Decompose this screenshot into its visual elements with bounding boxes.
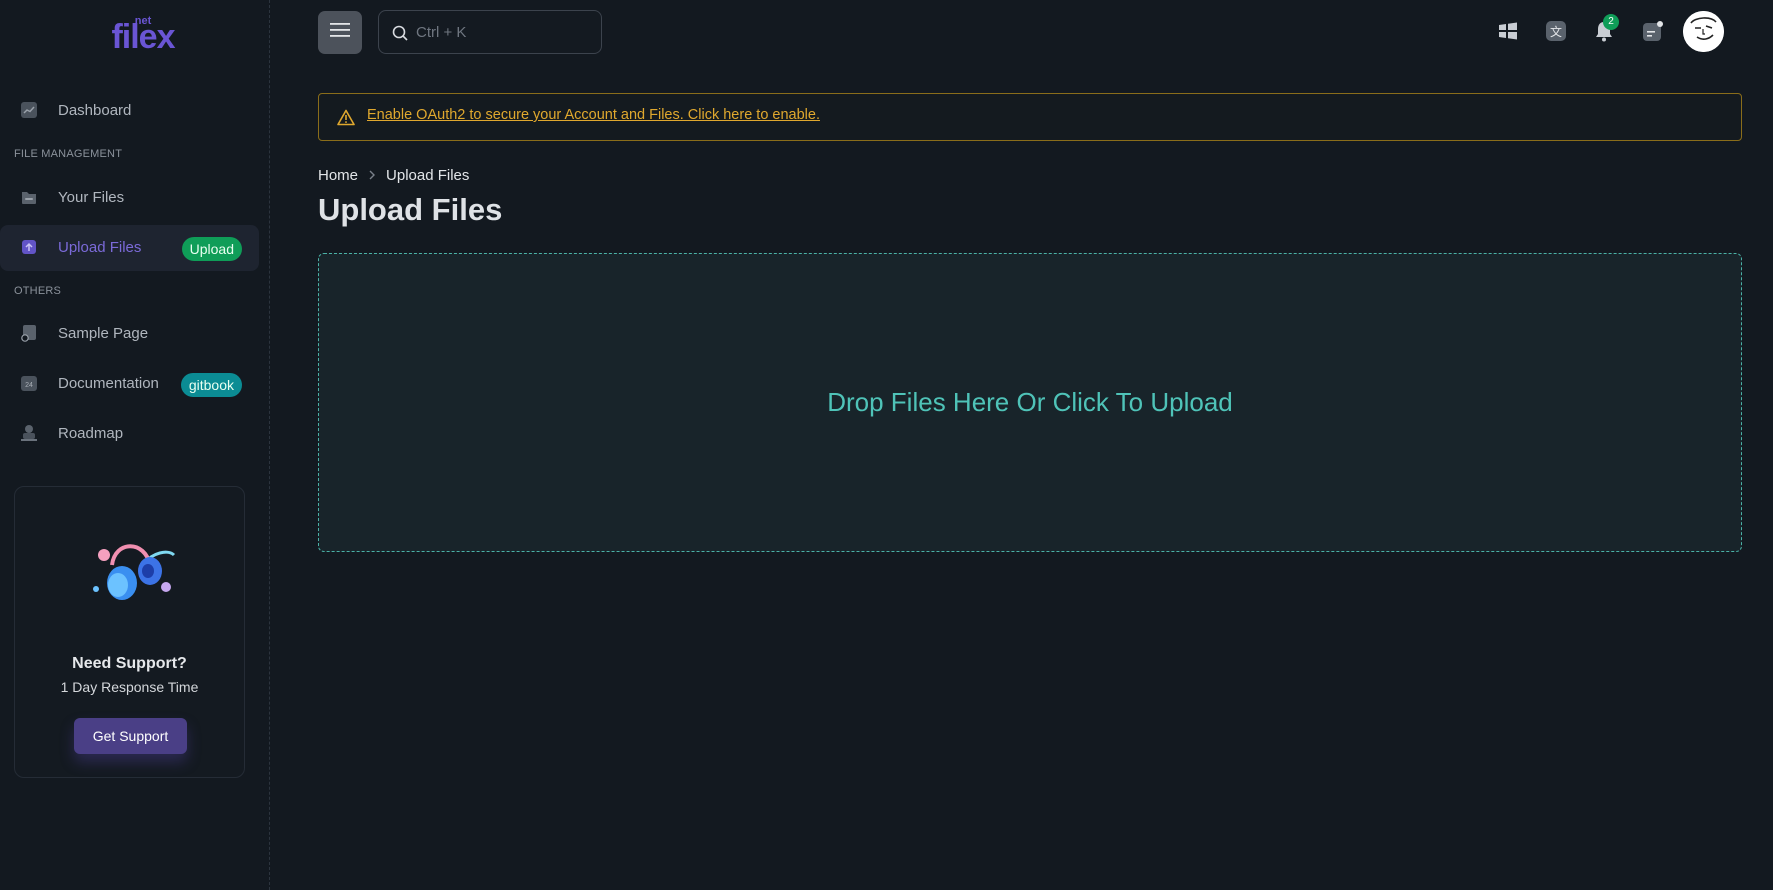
sidebar-item-label: Sample Page xyxy=(58,325,149,342)
breadcrumb-current: Upload Files xyxy=(386,167,470,184)
sidebar-item-roadmap[interactable]: Roadmap xyxy=(0,411,259,457)
filex-logo[interactable]: net filex xyxy=(90,12,196,56)
get-support-button[interactable]: Get Support xyxy=(74,718,187,754)
page-icon xyxy=(20,324,40,344)
translate-icon[interactable]: 文 xyxy=(1545,20,1567,42)
roadmap-icon xyxy=(20,424,40,444)
chart-icon xyxy=(20,101,40,121)
windows-icon[interactable] xyxy=(1497,20,1519,42)
dropzone-text: Drop Files Here Or Click To Upload xyxy=(827,387,1233,417)
notification-count-badge: 2 xyxy=(1603,14,1619,30)
search-box[interactable] xyxy=(378,10,602,54)
hamburger-icon xyxy=(330,23,350,42)
page-title: Upload Files xyxy=(318,192,503,227)
sidebar-item-sample-page[interactable]: Sample Page xyxy=(0,311,259,357)
search-icon xyxy=(392,25,408,41)
sidebar-item-label: Your Files xyxy=(58,189,125,206)
logo-text: filex xyxy=(111,18,175,52)
menu-toggle-button[interactable] xyxy=(318,11,362,54)
svg-text:24: 24 xyxy=(25,382,33,389)
sidebar: net filex Dashboard FILE MANAGEMENT Your… xyxy=(0,0,270,890)
sidebar-item-label: Upload Files xyxy=(58,239,142,256)
messages-icon[interactable] xyxy=(1642,20,1664,42)
search-input[interactable] xyxy=(416,21,586,43)
user-avatar[interactable] xyxy=(1683,11,1724,52)
sidebar-item-your-files[interactable]: Your Files xyxy=(0,175,259,221)
sidebar-item-documentation[interactable]: 24 Documentation gitbook xyxy=(0,361,259,407)
upload-badge: Upload xyxy=(181,237,242,261)
folder-icon xyxy=(20,188,40,208)
gitbook-badge: gitbook xyxy=(180,373,242,397)
sidebar-item-upload-files[interactable]: Upload Files Upload xyxy=(0,225,259,271)
breadcrumb: Home Upload Files xyxy=(318,167,469,184)
warning-icon xyxy=(337,109,355,126)
support-card: Need Support? 1 Day Response Time Get Su… xyxy=(14,486,245,778)
support-title: Need Support? xyxy=(72,655,187,672)
oauth-warning-alert[interactable]: Enable OAuth2 to secure your Account and… xyxy=(318,93,1742,141)
support-subtitle: 1 Day Response Time xyxy=(60,679,199,695)
sidebar-item-label: Roadmap xyxy=(58,425,124,442)
support-illustration xyxy=(93,544,176,600)
section-file-management: FILE MANAGEMENT xyxy=(14,148,123,160)
sidebar-item-dashboard[interactable]: Dashboard xyxy=(0,88,259,134)
sidebar-item-label: Documentation xyxy=(58,375,159,392)
breadcrumb-home[interactable]: Home xyxy=(318,167,358,184)
upload-icon xyxy=(20,238,40,258)
svg-text:文: 文 xyxy=(1550,24,1562,39)
alert-link[interactable]: Enable OAuth2 to secure your Account and… xyxy=(367,107,820,123)
file-dropzone[interactable]: Drop Files Here Or Click To Upload xyxy=(318,253,1742,552)
sidebar-item-label: Dashboard xyxy=(58,102,132,119)
section-others: OTHERS xyxy=(14,285,62,297)
chevron-right-icon xyxy=(368,168,376,183)
calendar-icon: 24 xyxy=(20,374,40,394)
